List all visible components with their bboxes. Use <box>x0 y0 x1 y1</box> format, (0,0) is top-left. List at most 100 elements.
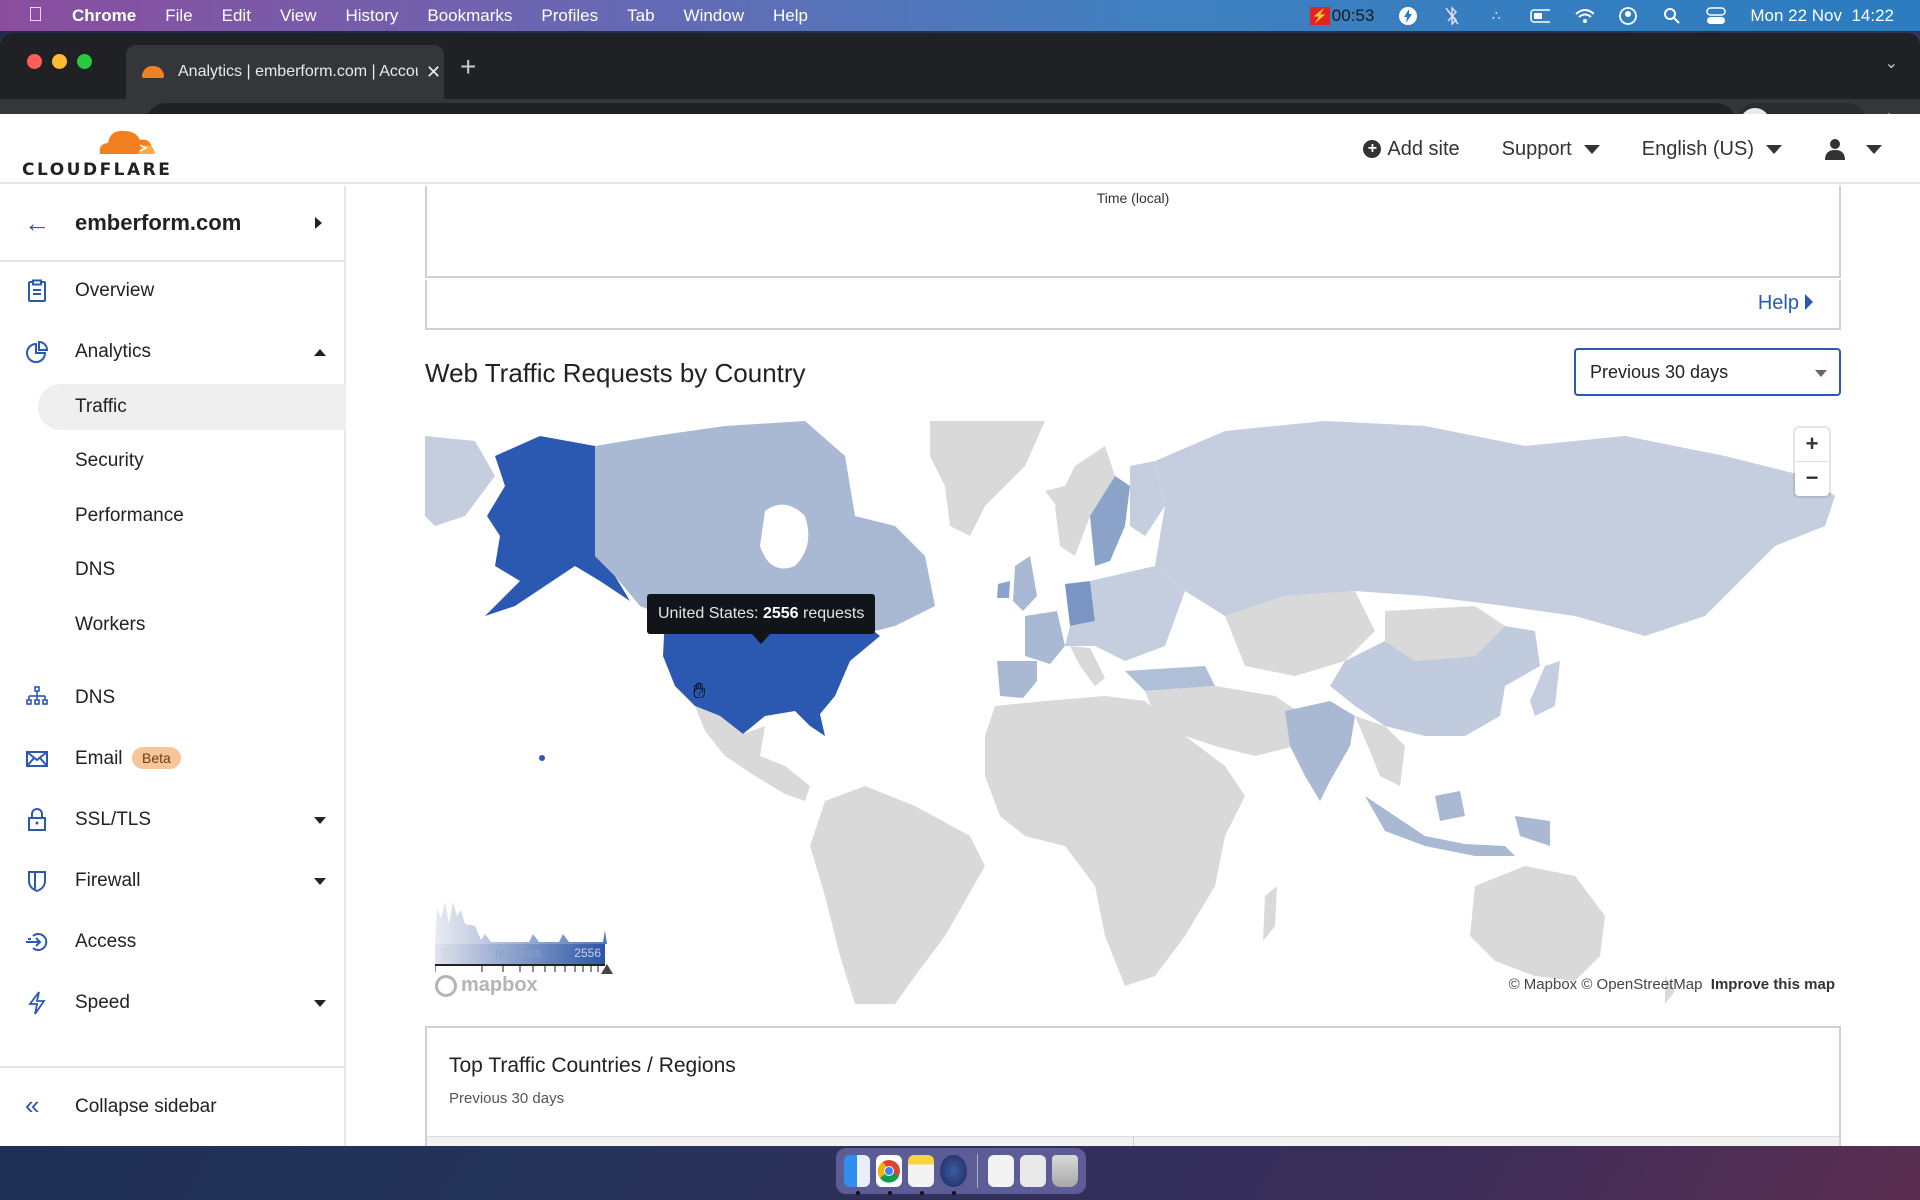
mapbox-wordmark: mapbox <box>461 974 538 996</box>
sidebar-item-label: DNS <box>75 687 116 708</box>
select-caret-icon <box>1815 370 1827 377</box>
language-dropdown[interactable]: English (US) <box>1642 138 1782 161</box>
legend-max: 2556 <box>574 946 601 960</box>
mapbox-logo[interactable]: mapbox <box>435 974 538 997</box>
close-window-button[interactable] <box>27 54 42 69</box>
sidebar-item-label: Security <box>75 450 144 471</box>
attribution-text[interactable]: © Mapbox © OpenStreetMap <box>1509 976 1703 993</box>
caret-down-icon <box>314 877 326 885</box>
close-tab-icon[interactable]: ✕ <box>426 62 441 83</box>
language-label: English (US) <box>1641 137 1754 160</box>
time-range-value: Previous 30 days <box>1590 361 1729 382</box>
menu-tab[interactable]: Tab <box>627 6 654 26</box>
country-united-states[interactable] <box>663 616 880 736</box>
new-tab-button[interactable]: + <box>460 51 476 83</box>
dock-trash-icon[interactable] <box>1051 1155 1079 1187</box>
country-india[interactable] <box>1285 701 1355 801</box>
country-spain[interactable] <box>997 661 1037 698</box>
dots-icon[interactable]: ∴ <box>1486 6 1506 26</box>
sidebar-item-label: Analytics <box>75 341 152 362</box>
sidebar-item-email[interactable]: Email Beta <box>0 734 346 784</box>
sidebar-item-analytics[interactable]: Analytics <box>0 327 346 377</box>
country-borneo[interactable] <box>1435 791 1465 821</box>
country-greenland[interactable] <box>930 421 1045 536</box>
help-link[interactable]: Help <box>1758 292 1813 315</box>
map-canvas[interactable] <box>425 416 1841 1004</box>
country-france[interactable] <box>1025 611 1065 664</box>
menu-view[interactable]: View <box>280 6 317 26</box>
lock-icon <box>28 808 46 831</box>
dock-document-icon[interactable] <box>987 1155 1014 1187</box>
sidebar-item-ssl-tls[interactable]: SSL/TLS <box>0 795 346 845</box>
support-dropdown[interactable]: Support <box>1502 138 1600 161</box>
country-uk[interactable] <box>1013 556 1037 611</box>
menu-help[interactable]: Help <box>773 6 808 26</box>
tooltip-country: United States: <box>658 605 763 622</box>
menu-history[interactable]: History <box>345 6 398 26</box>
menu-edit[interactable]: Edit <box>222 6 251 26</box>
improve-map-link[interactable]: Improve this map <box>1711 976 1835 993</box>
caret-right-icon <box>315 217 322 229</box>
country-papua[interactable] <box>1515 816 1550 846</box>
world-map[interactable]: + − United States: 2556 requests ✋︎ 0 re… <box>425 416 1841 1004</box>
menu-bookmarks[interactable]: Bookmarks <box>427 6 512 26</box>
collapse-sidebar-button[interactable]: « Collapse sidebar <box>0 1066 346 1146</box>
continent-south-america[interactable] <box>810 786 985 1004</box>
menu-window[interactable]: Window <box>684 6 744 26</box>
zoom-in-button[interactable]: + <box>1795 428 1829 462</box>
screen-recorder-indicator[interactable]: ⚡ 00:53 <box>1309 6 1374 26</box>
battery-icon[interactable] <box>1530 6 1551 26</box>
country-russia[interactable] <box>1155 421 1835 636</box>
user-account-icon[interactable] <box>1618 6 1638 26</box>
zone-selector[interactable]: ← emberform.com <box>0 186 344 262</box>
minimize-window-button[interactable] <box>52 54 67 69</box>
control-center-icon[interactable] <box>1706 6 1727 26</box>
tab-search-chevron-icon[interactable]: ⌄ <box>1885 53 1898 73</box>
cloudflare-logo[interactable]: CLOUDFLARE <box>22 124 170 180</box>
sidebar-item-security[interactable]: Security <box>0 436 346 486</box>
sidebar-item-overview[interactable]: Overview <box>0 266 346 316</box>
apple-icon[interactable]:  <box>28 4 50 27</box>
country-germany[interactable] <box>1065 581 1095 626</box>
zoom-out-button[interactable]: − <box>1795 462 1829 496</box>
add-site-button[interactable]: + Add site <box>1363 138 1460 161</box>
dock-window-icon[interactable] <box>1019 1155 1046 1187</box>
bluetooth-off-icon[interactable] <box>1442 5 1462 26</box>
sidebar-item-analytics-dns[interactable]: DNS <box>0 545 346 595</box>
sidebar-item-label: Firewall <box>75 870 141 891</box>
zoom-window-button[interactable] <box>77 54 92 69</box>
sidebar-item-performance[interactable]: Performance <box>0 491 346 541</box>
map-tooltip: United States: 2556 requests <box>647 594 876 644</box>
dock-finder-icon[interactable] <box>844 1155 871 1195</box>
country-russia-east[interactable] <box>425 436 495 526</box>
user-menu-dropdown[interactable] <box>1824 138 1882 160</box>
menu-profiles[interactable]: Profiles <box>541 6 598 26</box>
menubar-datetime[interactable]: Mon 22 Nov 14:22 <box>1750 6 1894 26</box>
country-japan[interactable] <box>1530 661 1560 716</box>
sidebar-item-traffic[interactable]: Traffic <box>0 382 346 432</box>
dock-bolt-app-icon[interactable] <box>940 1155 967 1195</box>
sidebar-item-firewall[interactable]: Firewall <box>0 856 346 906</box>
sidebar-item-label: Traffic <box>75 396 127 417</box>
menu-file[interactable]: File <box>165 6 192 26</box>
dock-chrome-icon[interactable] <box>876 1155 903 1195</box>
time-range-select[interactable]: Previous 30 days <box>1574 348 1841 396</box>
country-ireland[interactable] <box>997 581 1010 598</box>
sidebar-item-workers[interactable]: Workers <box>0 600 346 650</box>
caret-down-icon <box>314 999 326 1007</box>
wifi-icon[interactable] <box>1574 6 1595 26</box>
country-madagascar[interactable] <box>1263 886 1277 941</box>
sidebar-item-access[interactable]: Access <box>0 917 346 967</box>
sidebar-item-dns[interactable]: DNS <box>0 673 346 723</box>
sidebar-item-speed[interactable]: Speed <box>0 978 346 1028</box>
country-australia[interactable] <box>1470 866 1605 981</box>
spotlight-search-icon[interactable] <box>1662 6 1682 26</box>
country-italy[interactable] <box>1070 646 1105 686</box>
plus-circle-icon: + <box>1363 140 1382 158</box>
back-arrow-icon[interactable]: ← <box>24 208 50 239</box>
browser-tab-active[interactable]: Analytics | emberform.com | Account ✕ <box>126 45 444 99</box>
top-countries-card: Top Traffic Countries / Regions Previous… <box>425 1026 1841 1146</box>
dock-notes-icon[interactable] <box>908 1155 935 1195</box>
bolt-app-icon[interactable] <box>1398 6 1418 26</box>
menu-app-name[interactable]: Chrome <box>72 6 136 26</box>
